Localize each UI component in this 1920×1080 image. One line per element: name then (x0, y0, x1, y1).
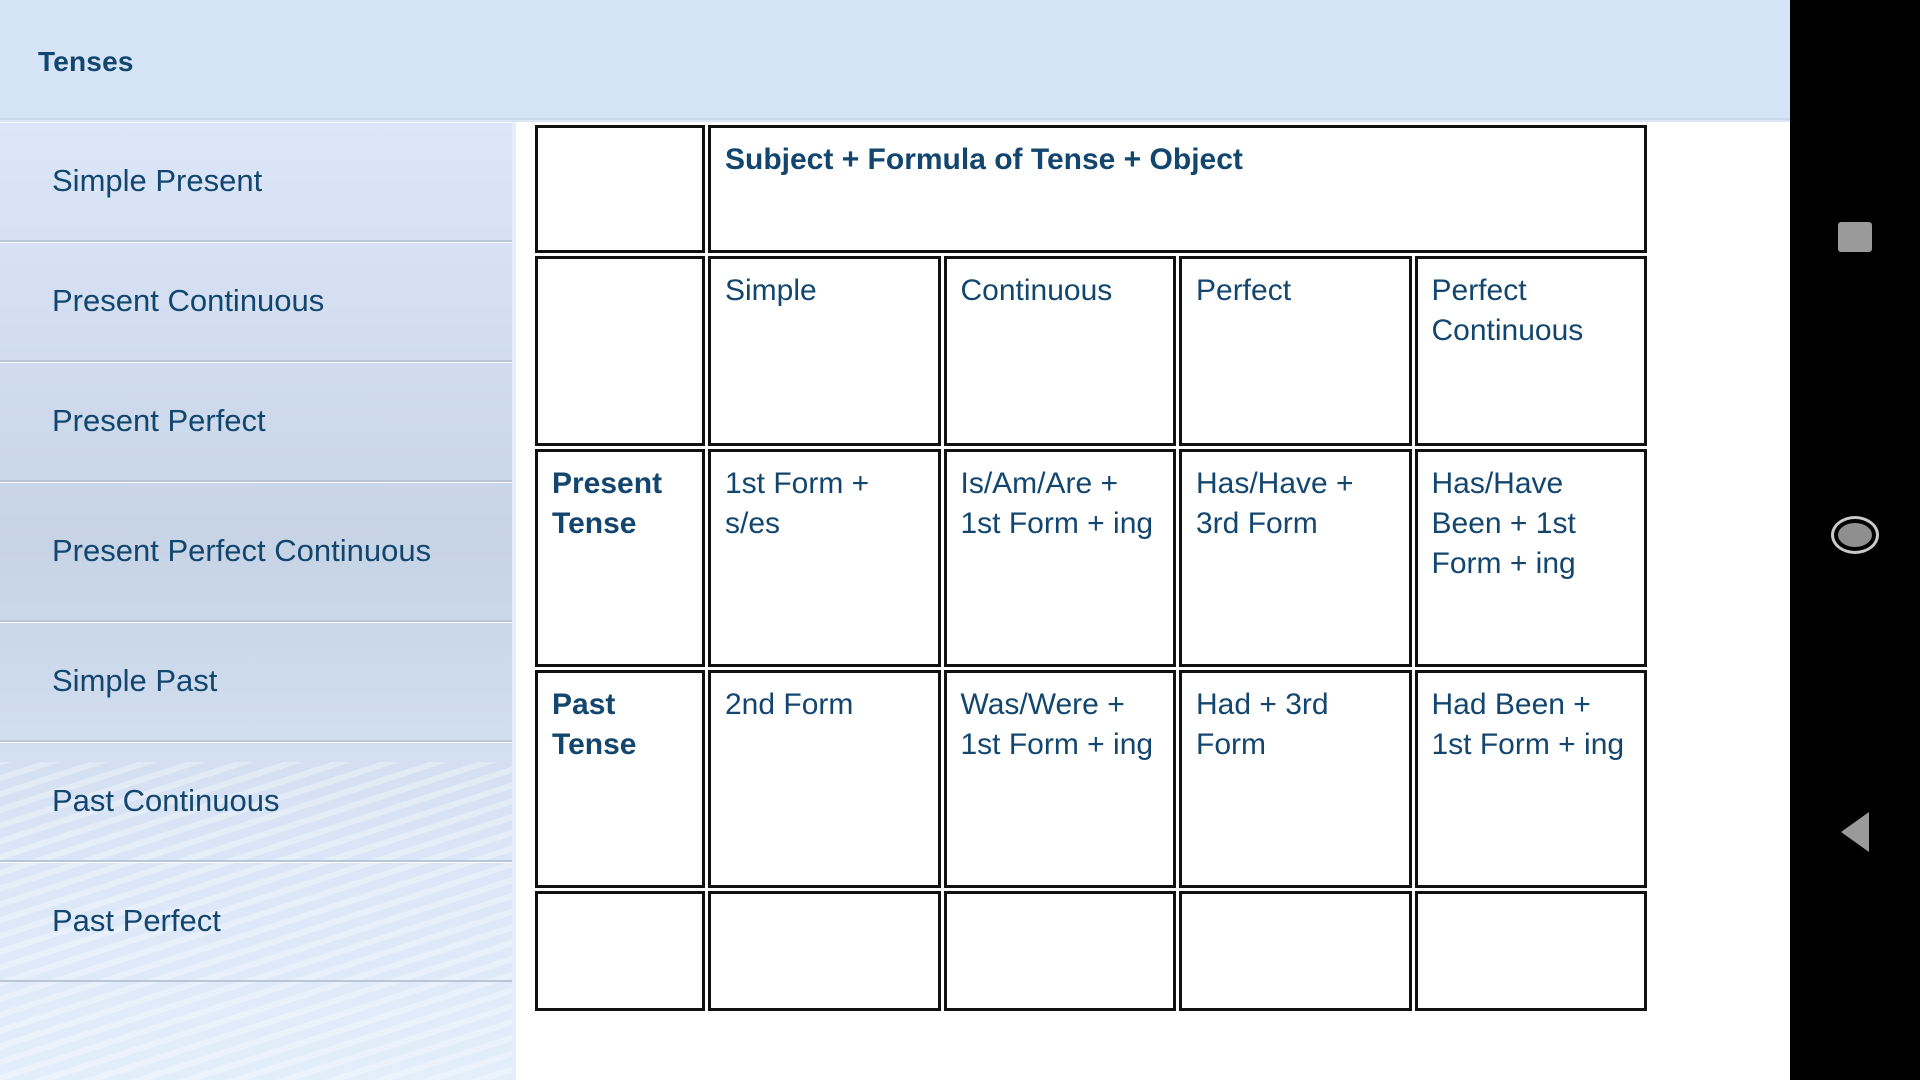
circle-inner-icon (1838, 523, 1872, 547)
square-icon (1838, 222, 1872, 252)
table-banner-row: Subject + Formula of Tense + Object (535, 125, 1647, 253)
partial-cell (1414, 891, 1647, 1011)
sidebar-item-label: Present Continuous (52, 282, 325, 318)
column-header-continuous: Continuous (943, 256, 1176, 446)
sidebar-item-label: Past Continuous (52, 782, 280, 818)
cell-past-simple: 2nd Form (708, 670, 941, 888)
page-title: Tenses (38, 46, 134, 77)
content-pane[interactable]: Subject + Formula of Tense + Object Simp… (512, 122, 1790, 1080)
circle-icon (1831, 516, 1879, 554)
table-column-header-row: Simple Continuous Perfect Perfect Contin… (535, 256, 1647, 446)
sidebar[interactable]: Simple Present Present Continuous Presen… (0, 122, 512, 1080)
sidebar-list: Simple Present Present Continuous Presen… (0, 122, 512, 982)
cell-past-perfect: Had + 3rd Form (1179, 670, 1412, 888)
table-row-partial (535, 891, 1647, 1011)
table-banner-cell: Subject + Formula of Tense + Object (708, 125, 1647, 253)
tense-table-wrapper: Subject + Formula of Tense + Object Simp… (524, 122, 1776, 1014)
home-button[interactable] (1831, 516, 1879, 554)
cell-past-continuous: Was/Were + 1st Form + ing (943, 670, 1176, 888)
cell-present-perfect: Has/Have + 3rd Form (1179, 449, 1412, 667)
app-title-bar: Tenses (0, 0, 1790, 120)
table-row: Present Tense 1st Form + s/es Is/Am/Are … (535, 449, 1647, 667)
partial-cell (535, 891, 705, 1011)
column-header-perfect-continuous: Perfect Continuous (1414, 256, 1647, 446)
banner-spacer-cell (535, 125, 705, 253)
row-header-past-tense: Past Tense (535, 670, 705, 888)
screen: Tenses Simple Present Present Continuous… (0, 0, 1920, 1080)
cell-present-perfect-continuous: Has/Have Been + 1st Form + ing (1414, 449, 1647, 667)
sidebar-item-present-perfect-continuous[interactable]: Present Perfect Continuous (0, 482, 512, 622)
column-header-perfect: Perfect (1179, 256, 1412, 446)
cell-past-perfect-continuous: Had Been + 1st Form + ing (1414, 670, 1647, 888)
back-button[interactable] (1841, 812, 1869, 852)
table-row: Past Tense 2nd Form Was/Were + 1st Form … (535, 670, 1647, 888)
sidebar-item-past-continuous[interactable]: Past Continuous (0, 742, 512, 862)
sidebar-item-label: Present Perfect (52, 402, 266, 438)
sidebar-item-label: Past Perfect (52, 902, 221, 938)
cell-present-continuous: Is/Am/Are + 1st Form + ing (943, 449, 1176, 667)
triangle-back-icon (1841, 812, 1869, 852)
sidebar-item-past-perfect[interactable]: Past Perfect (0, 862, 512, 982)
sidebar-item-label: Simple Present (52, 162, 263, 198)
partial-cell (708, 891, 941, 1011)
sidebar-item-present-continuous[interactable]: Present Continuous (0, 242, 512, 362)
android-navigation-bar (1790, 0, 1920, 1080)
sidebar-item-label: Present Perfect Continuous (52, 532, 432, 568)
column-header-corner-cell (535, 256, 705, 446)
sidebar-item-simple-past[interactable]: Simple Past (0, 622, 512, 742)
row-header-present-tense: Present Tense (535, 449, 705, 667)
recent-apps-button[interactable] (1838, 222, 1872, 252)
cell-present-simple: 1st Form + s/es (708, 449, 941, 667)
column-header-simple: Simple (708, 256, 941, 446)
sidebar-item-label: Simple Past (52, 662, 218, 698)
sidebar-item-present-perfect[interactable]: Present Perfect (0, 362, 512, 482)
app-viewport: Tenses Simple Present Present Continuous… (0, 0, 1790, 1080)
sidebar-item-simple-present[interactable]: Simple Present (0, 122, 512, 242)
tense-formula-table: Subject + Formula of Tense + Object Simp… (532, 122, 1650, 1014)
partial-cell (1179, 891, 1412, 1011)
partial-cell (943, 891, 1176, 1011)
